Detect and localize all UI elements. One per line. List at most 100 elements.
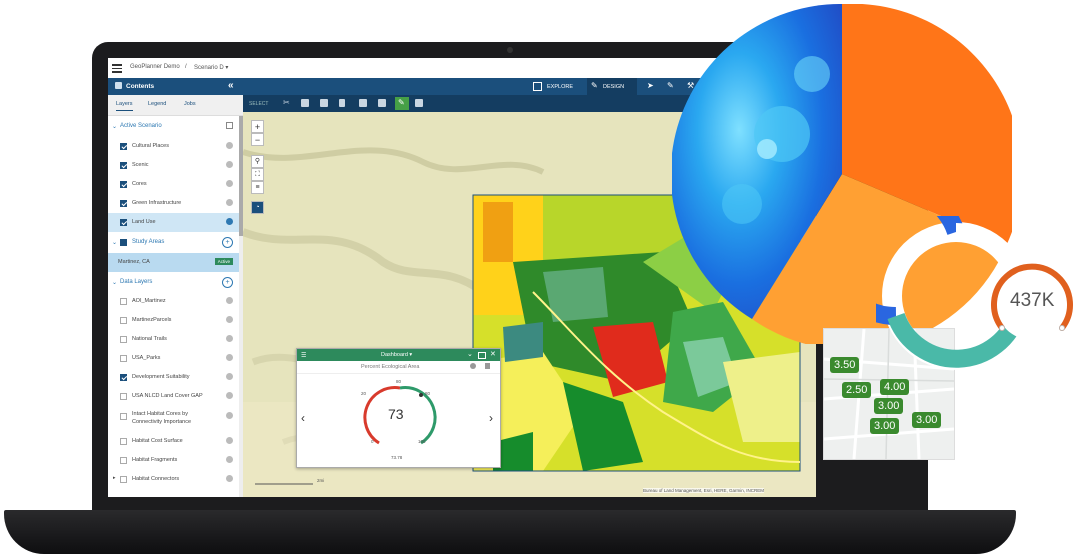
settings-icon[interactable] — [470, 363, 476, 369]
caret-right-icon[interactable]: ▸ — [113, 475, 116, 481]
gear-icon[interactable] — [226, 199, 233, 206]
layer-checkbox[interactable] — [120, 438, 127, 445]
study-areas-checkbox[interactable] — [120, 239, 127, 246]
section-study-areas[interactable]: ⌄ Study Areas + — [108, 234, 239, 252]
dashboard-subheader: Percent Ecological Area — [297, 361, 500, 374]
measure-icon[interactable]: ≡ — [251, 181, 264, 194]
layer-row-selected[interactable]: Land Use — [108, 213, 239, 232]
copy-icon[interactable] — [226, 122, 233, 129]
delete-icon[interactable] — [485, 363, 490, 369]
list-icon[interactable] — [359, 99, 367, 107]
layer-row[interactable]: National Trails — [108, 330, 239, 349]
camera-dot — [507, 47, 513, 53]
cut-icon[interactable]: ✂ — [283, 98, 290, 107]
zoom-out-button[interactable]: − — [251, 133, 264, 146]
layer-checkbox[interactable] — [120, 143, 127, 150]
gear-icon[interactable] — [226, 335, 233, 342]
gear-icon[interactable] — [226, 161, 233, 168]
search-icon[interactable]: ⚲ — [251, 155, 264, 168]
layer-row[interactable]: Intact Habitat Cores by Connectivity Imp… — [108, 407, 239, 433]
menu-icon[interactable]: ☰ — [301, 352, 306, 359]
layer-row[interactable]: USA_Parks — [108, 349, 239, 368]
layer-row[interactable]: Scenic — [108, 156, 239, 175]
gear-icon[interactable] — [226, 218, 233, 225]
layer-row[interactable]: Cores — [108, 175, 239, 194]
value-badge: 2.50 — [842, 382, 872, 398]
zoom-in-button[interactable]: + — [251, 120, 264, 133]
tab-layers[interactable]: Layers — [116, 101, 133, 111]
scenario-dropdown[interactable]: Scenario D ▾ — [194, 64, 228, 71]
minimize-icon[interactable]: ⌄ — [467, 350, 473, 358]
layer-row[interactable]: Development Suitability — [108, 368, 239, 387]
tab-legend[interactable]: Legend — [148, 101, 166, 107]
pointer-icon[interactable]: ➤ — [647, 81, 654, 90]
layer-row[interactable]: Habitat Cost Surface — [108, 432, 239, 451]
gear-icon[interactable] — [226, 392, 233, 399]
dashboard-header: ☰ Dashboard ▾ ⌄ ✕ — [297, 349, 500, 361]
section-data-layers[interactable]: ⌄ Data Layers + — [108, 274, 239, 292]
layer-row[interactable]: AOI_Martinez — [108, 292, 239, 311]
prev-arrow[interactable]: ‹ — [301, 411, 305, 425]
gear-icon[interactable] — [226, 180, 233, 187]
gauge-tick-max: 100 — [418, 439, 426, 444]
add-icon[interactable]: + — [222, 277, 233, 288]
collapse-panel-icon[interactable]: « — [228, 80, 234, 91]
gear-icon[interactable] — [226, 456, 233, 463]
paste-icon[interactable] — [320, 99, 328, 107]
chevron-down-icon: ⌄ — [112, 124, 118, 130]
copy-icon[interactable] — [301, 99, 309, 107]
tab-jobs[interactable]: Jobs — [184, 101, 196, 107]
explore-button[interactable]: EXPLORE — [547, 84, 573, 90]
dashboard-widget: ☰ Dashboard ▾ ⌄ ✕ Percent Ecological Are… — [296, 348, 501, 468]
delete-icon[interactable] — [339, 99, 345, 107]
hamburger-menu-icon[interactable] — [112, 64, 122, 73]
gear-icon[interactable] — [226, 354, 233, 361]
layer-row[interactable]: USA NLCD Land Cover GAP — [108, 387, 239, 406]
layer-checkbox[interactable] — [120, 181, 127, 188]
layer-checkbox[interactable] — [120, 476, 127, 483]
layer-row[interactable]: ▸ Habitat Connectors — [108, 470, 239, 489]
dashboard-dropdown[interactable]: Dashboard ▾ — [381, 352, 412, 358]
design-button[interactable]: DESIGN — [603, 84, 624, 90]
status-badge: Active — [214, 258, 233, 265]
value-badge: 4.00 — [880, 379, 910, 395]
layer-row[interactable]: Green Infrastructure — [108, 194, 239, 213]
fullscreen-icon[interactable]: ⛶ — [251, 168, 264, 181]
gear-icon[interactable] — [226, 297, 233, 304]
layer-checkbox[interactable] — [120, 355, 127, 362]
layer-checkbox[interactable] — [120, 219, 127, 226]
layer-row[interactable]: Cultural Places — [108, 137, 239, 156]
gauge-tick-right: 80 — [425, 391, 431, 396]
study-area-row[interactable]: Martinez, CA Active — [108, 253, 239, 272]
close-icon[interactable]: ✕ — [490, 350, 496, 358]
layer-checkbox[interactable] — [120, 457, 127, 464]
table-icon[interactable] — [378, 99, 386, 107]
layer-row[interactable]: MartinezParcels — [108, 311, 239, 330]
gear-icon[interactable] — [226, 475, 233, 482]
section-active-scenario[interactable]: ⌄ Active Scenario — [108, 118, 239, 136]
value-badge: 3.00 — [870, 418, 900, 434]
layer-checkbox[interactable] — [120, 298, 127, 305]
expand-icon[interactable] — [415, 99, 423, 107]
map-attribution: Bureau of Land Management, Esri, HERE, G… — [643, 488, 765, 493]
layer-checkbox[interactable] — [120, 374, 127, 381]
add-icon[interactable]: + — [222, 237, 233, 248]
pencil-icon: ✎ — [591, 81, 598, 90]
maximize-icon[interactable] — [478, 352, 486, 359]
gear-icon[interactable] — [226, 412, 233, 419]
layer-row[interactable]: Habitat Fragments — [108, 451, 239, 470]
breadcrumb-project[interactable]: GeoPlanner Demo — [130, 64, 180, 70]
gear-icon[interactable] — [226, 437, 233, 444]
layer-checkbox[interactable] — [120, 317, 127, 324]
layer-checkbox[interactable] — [120, 200, 127, 207]
gear-icon[interactable] — [226, 142, 233, 149]
scale-label: 2mi — [317, 478, 325, 483]
gear-icon[interactable] — [226, 316, 233, 323]
layer-checkbox[interactable] — [120, 413, 127, 420]
next-arrow[interactable]: › — [489, 411, 493, 425]
dashboard-icon[interactable]: ◔ — [251, 201, 264, 214]
gear-icon[interactable] — [226, 373, 233, 380]
layer-checkbox[interactable] — [120, 393, 127, 400]
layer-checkbox[interactable] — [120, 336, 127, 343]
layer-checkbox[interactable] — [120, 162, 127, 169]
